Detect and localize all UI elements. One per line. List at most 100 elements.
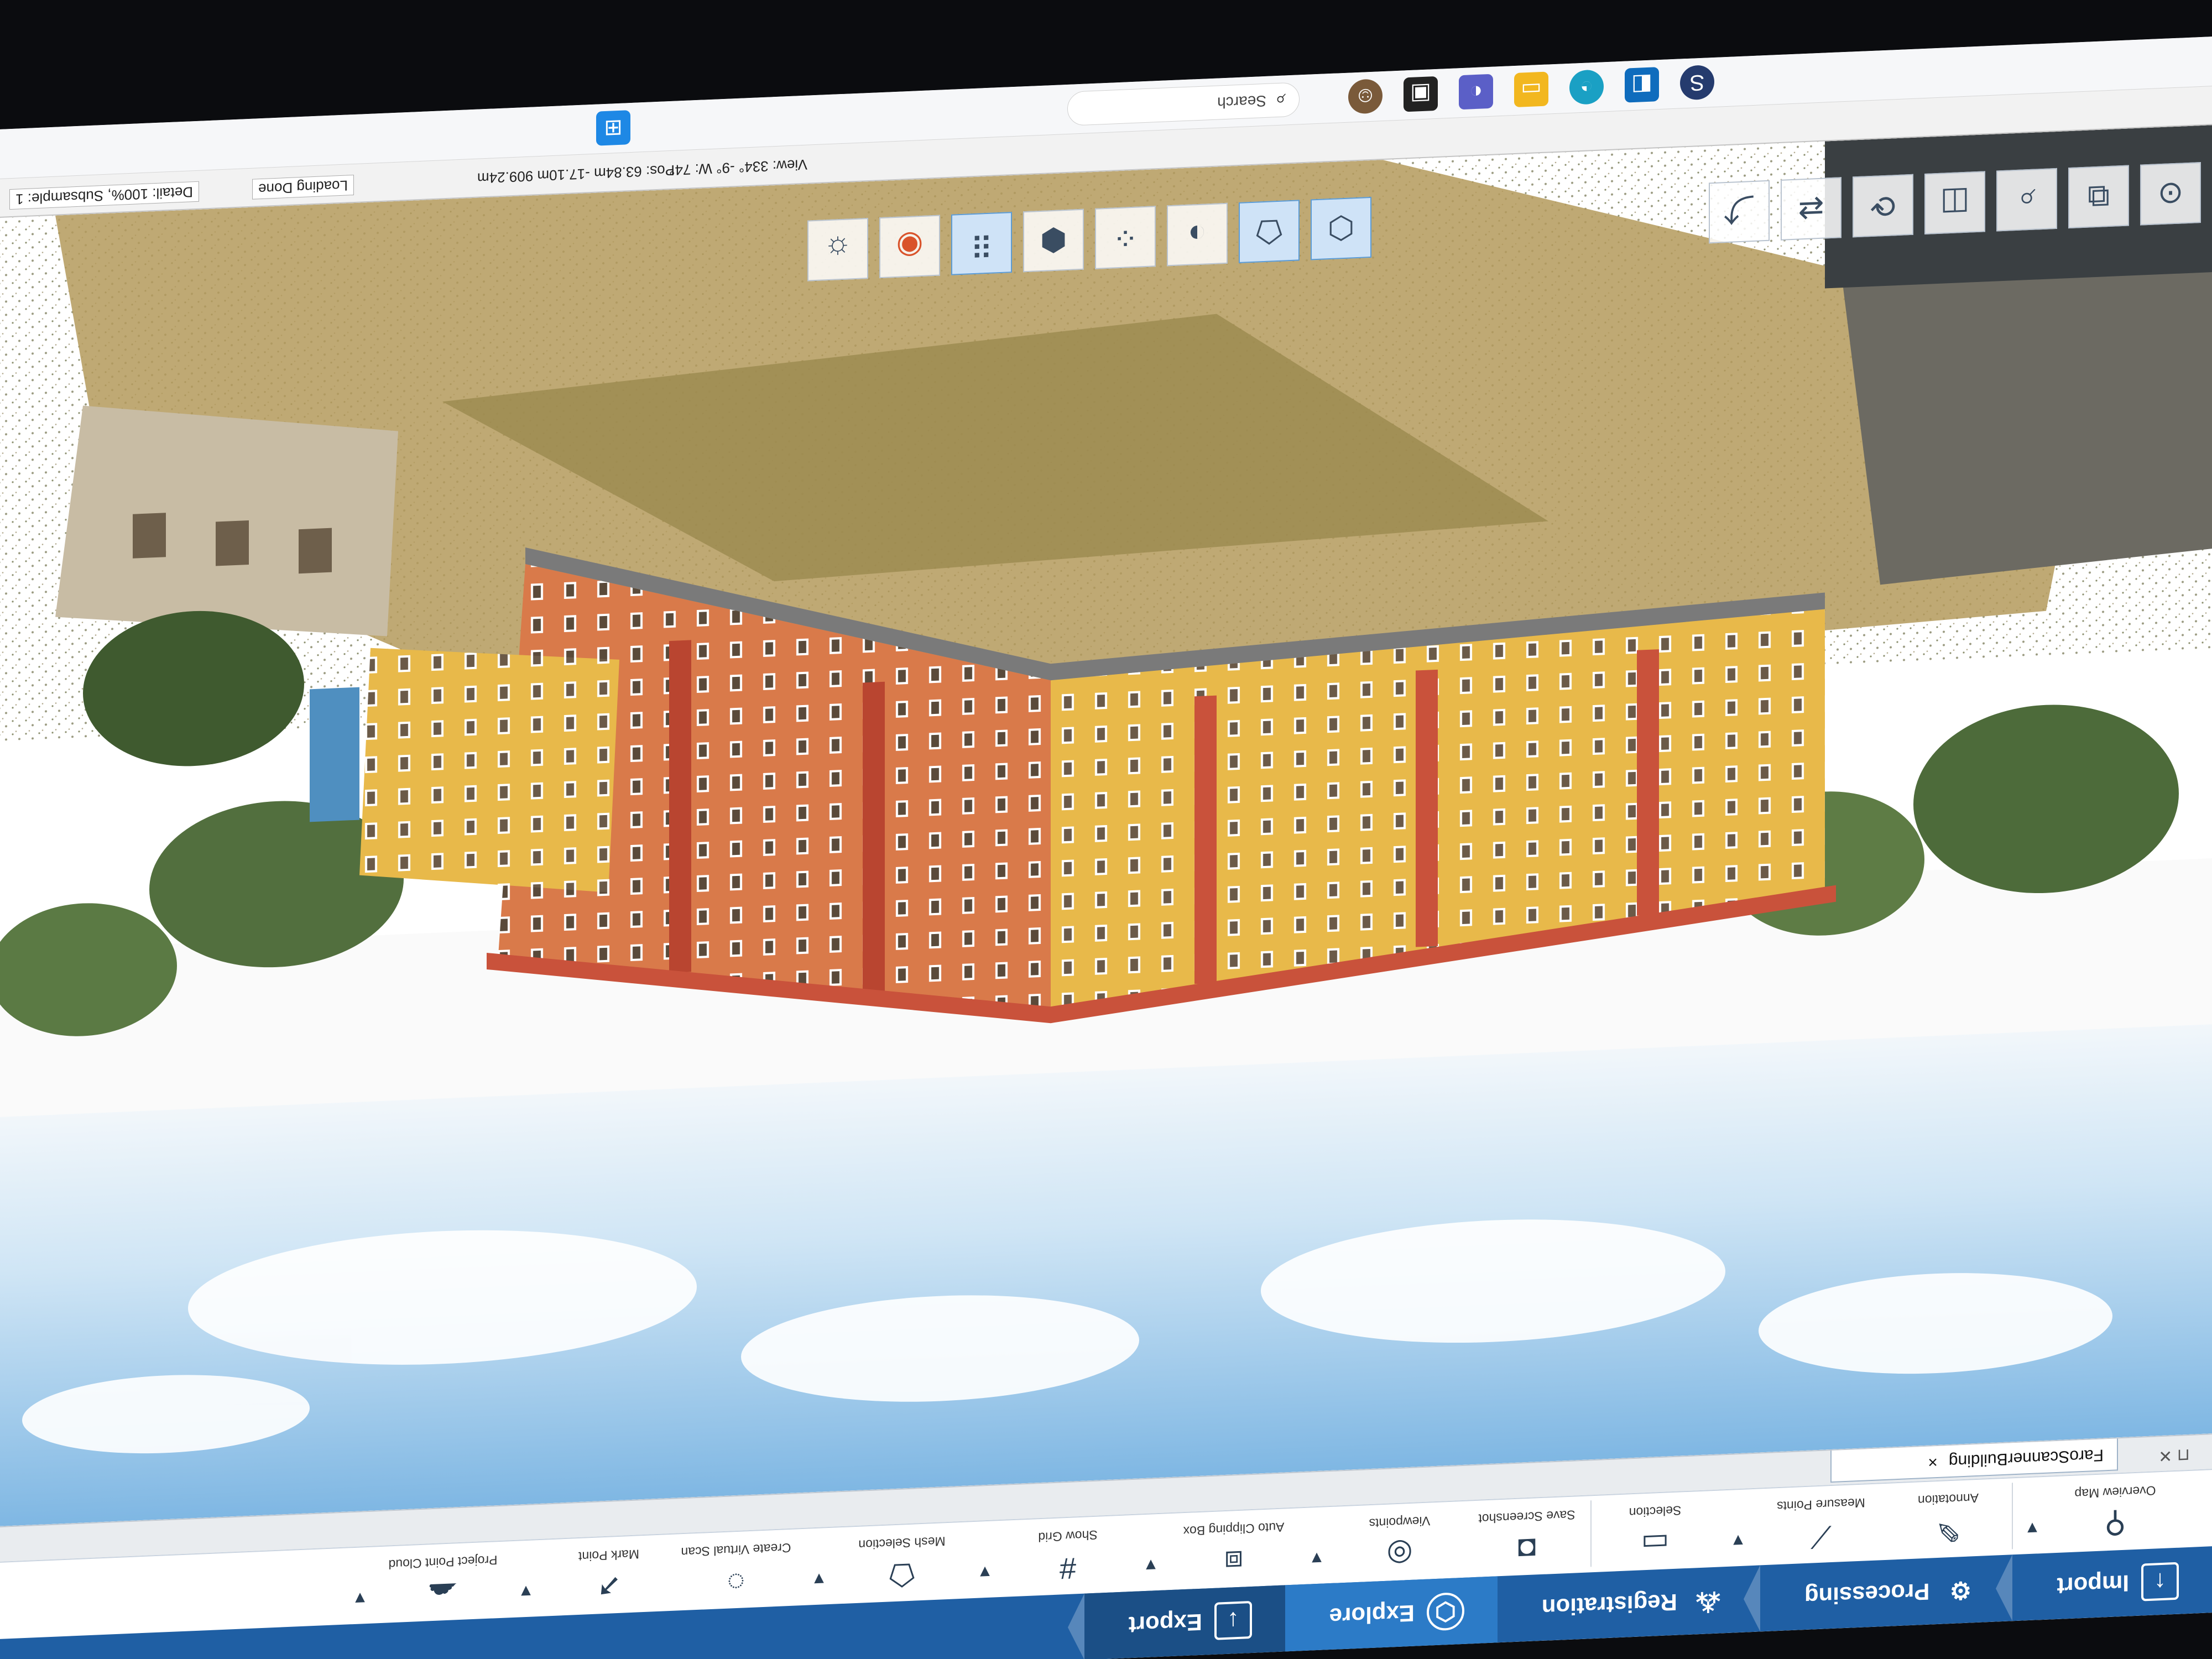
overview-map-button[interactable]: ⚲ Overview Map xyxy=(2052,1470,2179,1553)
overview-map-dropdown[interactable]: ▼ xyxy=(2013,1475,2052,1554)
fly-button[interactable]: ⤴ xyxy=(1709,180,1770,244)
measure-points-button[interactable]: ⟋ Measure Points xyxy=(1757,1483,1885,1566)
mesh-view-button[interactable]: ⬠ xyxy=(1239,200,1300,263)
edge-app[interactable]: ◔ xyxy=(1569,69,1604,105)
project-point-cloud-button[interactable]: ☁ Project Point Cloud xyxy=(379,1540,507,1623)
taskview-button[interactable]: ▣ xyxy=(1404,76,1438,112)
zoom-button[interactable]: ⌕ xyxy=(1996,168,2057,232)
close-icon[interactable]: × xyxy=(1928,1452,1938,1472)
navigation-mode-button[interactable]: ⊙ xyxy=(2140,162,2201,226)
annotation-label: Annotation xyxy=(1918,1490,1979,1508)
mesh-selection-label: Mesh Selection xyxy=(858,1534,946,1552)
background-building xyxy=(55,405,398,637)
chevron-down-icon: ▼ xyxy=(518,1582,534,1601)
point-cloud-scene xyxy=(0,125,2212,1526)
rotate-button[interactable]: ⟳ xyxy=(1853,174,1913,238)
show-grid-label: Show Grid xyxy=(1038,1527,1098,1545)
file-explorer-app[interactable]: ▭ xyxy=(1514,71,1548,108)
ribbon-separator xyxy=(2012,1483,2013,1550)
folder-icon: ▭ xyxy=(1521,76,1542,102)
ribbon-separator xyxy=(1590,1500,1592,1567)
start-button[interactable]: ⊞ xyxy=(596,110,630,146)
viewpoints-dropdown[interactable]: ▼ xyxy=(1297,1506,1336,1585)
tab-export[interactable]: ↓ Export xyxy=(1084,1585,1285,1659)
monitor-frame: ↑ Import ⚙ Processing ⁂ Registration ⬡ E… xyxy=(0,0,2212,1659)
search-label: Search xyxy=(1217,92,1266,112)
tab-import-label: Import xyxy=(2057,1570,2129,1599)
measure-icon: ⟋ xyxy=(1811,1520,1832,1554)
color-wheel-icon: ◉ xyxy=(896,228,924,265)
walk-icon: ⧉ xyxy=(2088,179,2110,216)
mesh-selection-button[interactable]: ⬠ Mesh Selection xyxy=(838,1521,966,1604)
measure-dropdown[interactable]: ▼ xyxy=(1719,1488,1757,1567)
task-view-icon: ▣ xyxy=(1410,81,1431,107)
auto-clipping-box-button[interactable]: ⧈ Auto Clipping Box xyxy=(1170,1507,1297,1590)
cloud-icon: ☁ xyxy=(428,1577,458,1611)
walk-mode-button[interactable]: ⧉ xyxy=(2068,165,2129,229)
teams-icon: ◐ xyxy=(1469,79,1483,105)
position-readout: Pos: 63.84m -17.10m 909.24m xyxy=(477,161,675,187)
tab-processing-label: Processing xyxy=(1804,1578,1930,1610)
mark-point-label: Mark Point xyxy=(578,1547,639,1564)
color-mode-button[interactable]: ◉ xyxy=(879,215,940,279)
view-readout: View: 334° -9° W: 74° xyxy=(669,156,807,179)
cube-outline-icon: ◫ xyxy=(1940,185,1970,221)
tab-registration[interactable]: ⁂ Registration xyxy=(1498,1565,1760,1642)
user-avatar[interactable]: ☺ xyxy=(1348,79,1383,114)
move-icon: ⇄ xyxy=(1798,191,1824,227)
loading-status: Loading Done xyxy=(252,175,354,200)
selection-label: Selection xyxy=(1629,1503,1682,1520)
point-cloud-view-button[interactable]: ⬡ xyxy=(1311,196,1371,260)
avatar-icon: ☺ xyxy=(1354,84,1377,109)
move-button[interactable]: ⇄ xyxy=(1781,177,1841,241)
search-icon: ⌕ xyxy=(1275,89,1286,111)
clipping-dropdown[interactable]: ▼ xyxy=(1131,1512,1170,1592)
teams-app[interactable]: ◐ xyxy=(1459,74,1493,110)
lighting-button[interactable]: ☼ xyxy=(807,218,868,281)
processing-icon: ⚙ xyxy=(1949,1576,1972,1605)
section-view-button[interactable]: ◑ xyxy=(1167,202,1228,267)
auto-clipping-box-label: Auto Clipping Box xyxy=(1183,1520,1285,1539)
orthographic-button[interactable]: ⬢ xyxy=(1023,208,1084,273)
faro-scene-window: ↑ Import ⚙ Processing ⁂ Registration ⬡ E… xyxy=(0,36,2212,1659)
measure-points-label: Measure Points xyxy=(1777,1495,1865,1514)
cube-icon: ⬢ xyxy=(1040,222,1067,259)
create-virtual-scan-label: Create Virtual Scan xyxy=(681,1540,791,1560)
point-size-button[interactable]: ⠿ xyxy=(951,212,1012,275)
tab-import[interactable]: ↑ Import xyxy=(2012,1546,2212,1621)
store-app[interactable]: ◧ xyxy=(1625,67,1659,103)
project-dropdown[interactable]: ▼ xyxy=(341,1546,379,1625)
selection-button[interactable]: ▭ Selection xyxy=(1592,1490,1719,1573)
cursor-pin-icon: ➚ xyxy=(596,1570,622,1605)
annotation-button[interactable]: ✎ Annotation xyxy=(1885,1477,2012,1560)
grid-dropdown[interactable]: ▼ xyxy=(966,1520,1004,1599)
show-grid-button[interactable]: # Show Grid xyxy=(1004,1514,1131,1597)
grid-icon: # xyxy=(1059,1551,1077,1585)
save-screenshot-label: Save Screenshot xyxy=(1478,1507,1575,1526)
faro-scene-app[interactable]: S xyxy=(1680,64,1714,101)
chevron-down-icon: ▼ xyxy=(1308,1548,1325,1568)
pin-close-icons[interactable]: ⊓ ✕ xyxy=(2158,1445,2190,1465)
box-view-button[interactable]: ◫ xyxy=(1924,171,1985,234)
viewpoints-label: Viewpoints xyxy=(1369,1514,1431,1531)
project-point-cloud-label: Project Point Cloud xyxy=(388,1553,498,1572)
import-icon: ↑ xyxy=(2141,1562,2179,1601)
detail-status: Detail: 100%, Subsample: 1 xyxy=(9,181,199,210)
create-virtual-scan-button[interactable]: ◌ Create Virtual Scan xyxy=(672,1528,800,1611)
camera-icon: ◘ xyxy=(1517,1532,1536,1566)
chevron-down-icon: ▼ xyxy=(1142,1555,1159,1575)
edge-icon: ◔ xyxy=(1579,75,1594,100)
mark-point-button[interactable]: ➚ Mark Point xyxy=(545,1533,672,1616)
density-button[interactable]: ⁘ xyxy=(1095,206,1156,269)
taskbar-search[interactable]: ⌕ Search xyxy=(1067,82,1300,126)
save-screenshot-button[interactable]: ◘ Save Screenshot xyxy=(1463,1495,1590,1578)
tab-export-label: Export xyxy=(1128,1609,1202,1639)
tab-explore[interactable]: ⬡ Explore xyxy=(1285,1576,1498,1652)
point-cloud-viewer[interactable]: ⊙ ⧉ ⌕ ◫ ⟳ ⇄ ⤴ ⬡ ⬠ ◑ ⁘ ⬢ ⠿ ◉ ☼ xyxy=(0,125,2212,1526)
mark-dropdown[interactable]: ▼ xyxy=(507,1538,545,1618)
fly-icon: ⤴ xyxy=(1724,191,1755,228)
viewpoints-button[interactable]: ◎ Viewpoints xyxy=(1336,1500,1463,1583)
mesh-icon: ⬠ xyxy=(889,1557,915,1592)
mesh-dropdown[interactable]: ▼ xyxy=(800,1526,838,1605)
tab-processing[interactable]: ⚙ Processing xyxy=(1760,1554,2012,1631)
